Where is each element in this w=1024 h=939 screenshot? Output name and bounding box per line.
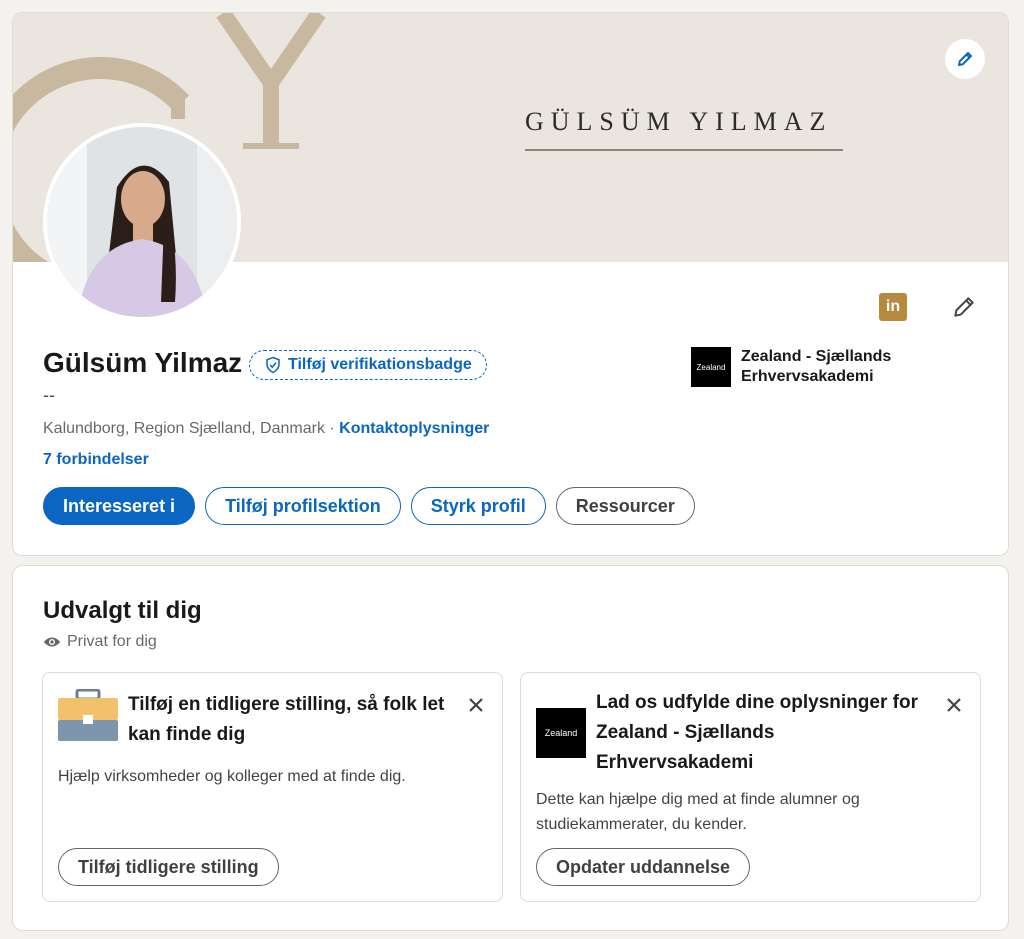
close-icon (947, 698, 961, 712)
profile-photo (47, 127, 237, 317)
connections-link[interactable]: 7 forbindelser (43, 451, 149, 469)
school-logo: Zealand (691, 347, 731, 387)
banner-name: GÜLSÜM YILMAZ (525, 107, 833, 136)
location-row: Kalundborg, Region Sjælland, Danmark · K… (43, 420, 489, 438)
close-icon (469, 698, 483, 712)
banner-underline (525, 149, 843, 151)
update-education-button[interactable]: Opdater uddannelse (536, 848, 751, 886)
suggested-for-you-card: Udvalgt til dig Privat for dig Tilføj en… (12, 565, 1009, 931)
add-previous-position-button[interactable]: Tilføj tidligere stilling (58, 848, 279, 886)
interested-in-button[interactable]: Interesseret i (43, 487, 196, 525)
add-verification-badge-button[interactable]: Tilføj verifikationsbadge (249, 350, 487, 380)
profile-location: Kalundborg, Region Sjælland, Danmark (43, 420, 325, 437)
suggestion-card: Zealand Lad os udfylde dine oplysninger … (520, 672, 981, 902)
add-profile-section-button[interactable]: Tilføj profilsektion (205, 487, 401, 525)
verify-badge-label: Tilføj verifikationsbadge (288, 356, 472, 373)
suggestion-description: Hjælp virksomheder og kolleger med at fi… (58, 768, 406, 785)
linkedin-icon[interactable]: in (879, 293, 907, 321)
edit-intro-button[interactable] (949, 292, 979, 322)
pencil-icon (958, 52, 972, 66)
profile-card: GÜLSÜM YILMAZ in Gülsüm Yilmaz Tilføj ve… (12, 12, 1009, 556)
suggestion-title: Tilføj en tidligere stilling, så folk le… (128, 694, 445, 745)
dismiss-button[interactable] (942, 693, 966, 717)
pencil-icon (954, 297, 974, 317)
enhance-profile-button[interactable]: Styrk profil (410, 487, 546, 525)
profile-actions: Interesseret i Tilføj profilsektion Styr… (43, 487, 695, 525)
shield-check-icon (266, 356, 280, 374)
suggestion-card: Tilføj en tidligere stilling, så folk le… (42, 672, 503, 902)
education-link[interactable]: Zealand Zealand - Sjællands Erhvervsakad… (691, 347, 941, 387)
profile-name: Gülsüm Yilmaz (43, 347, 243, 378)
separator-dot: · (324, 420, 340, 437)
resources-button[interactable]: Ressourcer (555, 487, 695, 525)
suggestion-description: Dette kan hjælpe dig med at finde alumne… (536, 791, 860, 833)
private-indicator: Privat for dig (43, 633, 157, 651)
profile-avatar[interactable] (43, 123, 241, 321)
contact-info-link[interactable]: Kontaktoplysninger (339, 420, 489, 437)
briefcase-icon (58, 689, 118, 741)
eye-icon (43, 637, 61, 647)
suggestion-title: Lad os udfylde dine oplysninger for Zeal… (596, 692, 918, 773)
section-title: Udvalgt til dig (43, 597, 202, 624)
dismiss-button[interactable] (464, 693, 488, 717)
school-name: Zealand - Sjællands Erhvervsakademi (741, 348, 892, 385)
edit-banner-button[interactable] (945, 39, 985, 79)
private-label: Privat for dig (67, 633, 157, 650)
profile-headline: -- (43, 385, 55, 405)
school-logo: Zealand (536, 708, 586, 758)
